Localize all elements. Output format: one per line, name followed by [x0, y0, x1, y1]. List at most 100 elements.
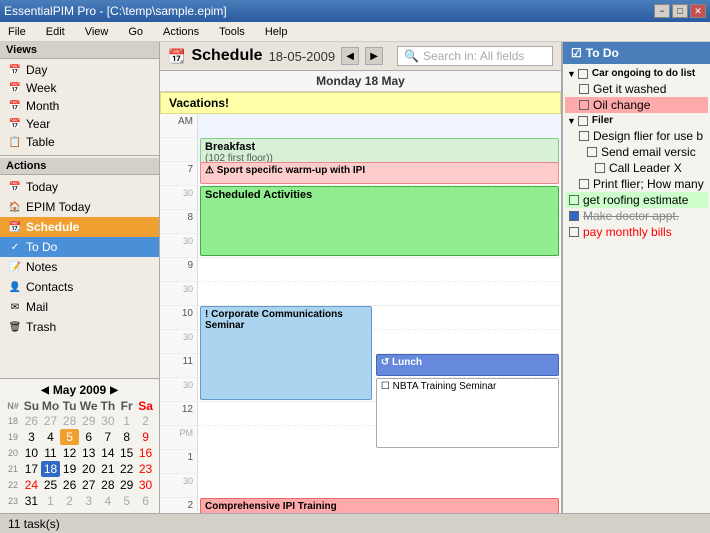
event-sport[interactable]: ⚠ Sport specific warm-up with IPI [200, 162, 559, 184]
cal-prev-button[interactable]: ◀ [41, 385, 49, 396]
cal-day[interactable]: 2 [60, 493, 79, 509]
cal-day[interactable]: 30 [98, 413, 117, 429]
cal-day[interactable]: 19 [60, 461, 79, 477]
cal-day[interactable]: 13 [79, 445, 98, 461]
cal-day[interactable]: 6 [136, 493, 155, 509]
menu-go[interactable]: Go [124, 24, 147, 40]
todo-item-print[interactable]: Print flier; How many [565, 176, 708, 192]
cal-day[interactable]: 28 [98, 477, 117, 493]
cal-day[interactable]: 1 [117, 413, 136, 429]
menu-help[interactable]: Help [261, 24, 292, 40]
sidebar-item-day[interactable]: 📅 Day [0, 61, 159, 79]
cal-day[interactable]: 5 [117, 493, 136, 509]
cal-day[interactable]: 29 [117, 477, 136, 493]
cal-day[interactable]: 10 [22, 445, 41, 461]
action-epim-today[interactable]: 🏠 EPIM Today [0, 197, 159, 217]
close-button[interactable]: ✕ [690, 4, 706, 18]
cal-day[interactable]: 27 [79, 477, 98, 493]
event-corporate[interactable]: ! Corporate Communications Seminar [200, 306, 372, 400]
sidebar-item-year[interactable]: 📅 Year [0, 115, 159, 133]
cal-day[interactable]: 15 [117, 445, 136, 461]
cal-day[interactable]: 3 [79, 493, 98, 509]
schedule-next-button[interactable]: ▶ [365, 47, 383, 65]
cal-day[interactable]: 6 [79, 429, 98, 445]
sidebar-item-week[interactable]: 📅 Week [0, 79, 159, 97]
event-lunch[interactable]: ↺ Lunch [376, 354, 559, 376]
cal-day[interactable]: 8 [117, 429, 136, 445]
item-checkbox[interactable] [569, 211, 579, 221]
cal-day[interactable]: 4 [98, 493, 117, 509]
todo-item-design[interactable]: Design flier for use b [565, 128, 708, 144]
cal-day[interactable]: 25 [41, 477, 60, 493]
item-checkbox[interactable] [579, 100, 589, 110]
event-comprehensive[interactable]: Comprehensive IPI Training [200, 498, 559, 513]
menu-actions[interactable]: Actions [159, 24, 203, 40]
item-checkbox[interactable] [587, 147, 597, 157]
cal-day[interactable]: 3 [22, 429, 41, 445]
sidebar-item-month[interactable]: 📅 Month [0, 97, 159, 115]
menu-file[interactable]: File [4, 24, 30, 40]
event-nbta[interactable]: ☐ NBTA Training Seminar [376, 378, 559, 448]
cal-day[interactable]: 22 [117, 461, 136, 477]
sidebar-item-table[interactable]: 📋 Table [0, 133, 159, 151]
cal-day-today[interactable]: 18 [41, 461, 60, 477]
menu-view[interactable]: View [81, 24, 113, 40]
event-scheduled[interactable]: Scheduled Activities [200, 186, 559, 256]
maximize-button[interactable]: □ [672, 4, 688, 18]
cal-day[interactable]: 14 [98, 445, 117, 461]
cat-expand-icon[interactable]: ▼ [567, 116, 576, 126]
cal-day[interactable]: 2 [136, 413, 155, 429]
action-mail[interactable]: ✉ Mail [0, 297, 159, 317]
cal-day[interactable]: 27 [41, 413, 60, 429]
action-schedule[interactable]: 📆 Schedule [0, 217, 159, 237]
cal-day[interactable]: 7 [98, 429, 117, 445]
action-notes[interactable]: 📝 Notes [0, 257, 159, 277]
todo-item-oil[interactable]: Oil change [565, 97, 708, 113]
cal-day[interactable]: 4 [41, 429, 60, 445]
cal-day[interactable]: 11 [41, 445, 60, 461]
cal-next-button[interactable]: ▶ [110, 385, 118, 396]
cal-day[interactable]: 9 [136, 429, 155, 445]
cal-day[interactable]: 26 [22, 413, 41, 429]
hour-label: 12 [160, 402, 197, 426]
action-todo[interactable]: ✓ To Do [0, 237, 159, 257]
action-trash[interactable]: 🗑 Trash [0, 317, 159, 337]
cal-day[interactable]: 23 [136, 461, 155, 477]
cal-day[interactable]: 5 [60, 429, 79, 445]
cal-day[interactable]: 31 [22, 493, 41, 509]
schedule-prev-button[interactable]: ◀ [341, 47, 359, 65]
item-checkbox[interactable] [579, 179, 589, 189]
cal-day[interactable]: 28 [60, 413, 79, 429]
item-checkbox[interactable] [569, 227, 579, 237]
cat-checkbox[interactable] [578, 116, 588, 126]
menu-tools[interactable]: Tools [215, 24, 249, 40]
search-box[interactable]: 🔍 Search in: All fields [397, 46, 553, 66]
cal-day[interactable]: 20 [79, 461, 98, 477]
todo-item-call[interactable]: Call Leader X [565, 160, 708, 176]
cal-day[interactable]: 26 [60, 477, 79, 493]
todo-item-roofing[interactable]: get roofing estimate [565, 192, 708, 208]
cal-day[interactable]: 16 [136, 445, 155, 461]
action-contacts[interactable]: 👤 Contacts [0, 277, 159, 297]
cal-day[interactable]: 1 [41, 493, 60, 509]
cal-day[interactable]: 30 [136, 477, 155, 493]
item-checkbox[interactable] [569, 195, 579, 205]
item-checkbox[interactable] [579, 84, 589, 94]
actions-list: 📅 Today 🏠 EPIM Today 📆 Schedule ✓ To Do … [0, 175, 159, 339]
item-checkbox[interactable] [595, 163, 605, 173]
cal-day[interactable]: 21 [98, 461, 117, 477]
action-today[interactable]: 📅 Today [0, 177, 159, 197]
cal-day[interactable]: 29 [79, 413, 98, 429]
todo-item-doctor[interactable]: Make doctor appt. [565, 208, 708, 224]
item-checkbox[interactable] [579, 131, 589, 141]
todo-item-email[interactable]: Send email versic [565, 144, 708, 160]
minimize-button[interactable]: − [654, 4, 670, 18]
menu-edit[interactable]: Edit [42, 24, 69, 40]
cal-day[interactable]: 24 [22, 477, 41, 493]
cat-expand-icon[interactable]: ▼ [567, 69, 576, 79]
cat-checkbox[interactable] [578, 69, 588, 79]
cal-day[interactable]: 17 [22, 461, 41, 477]
todo-item-bills[interactable]: pay monthly bills [565, 224, 708, 240]
cal-day[interactable]: 12 [60, 445, 79, 461]
todo-item-wash[interactable]: Get it washed [565, 81, 708, 97]
